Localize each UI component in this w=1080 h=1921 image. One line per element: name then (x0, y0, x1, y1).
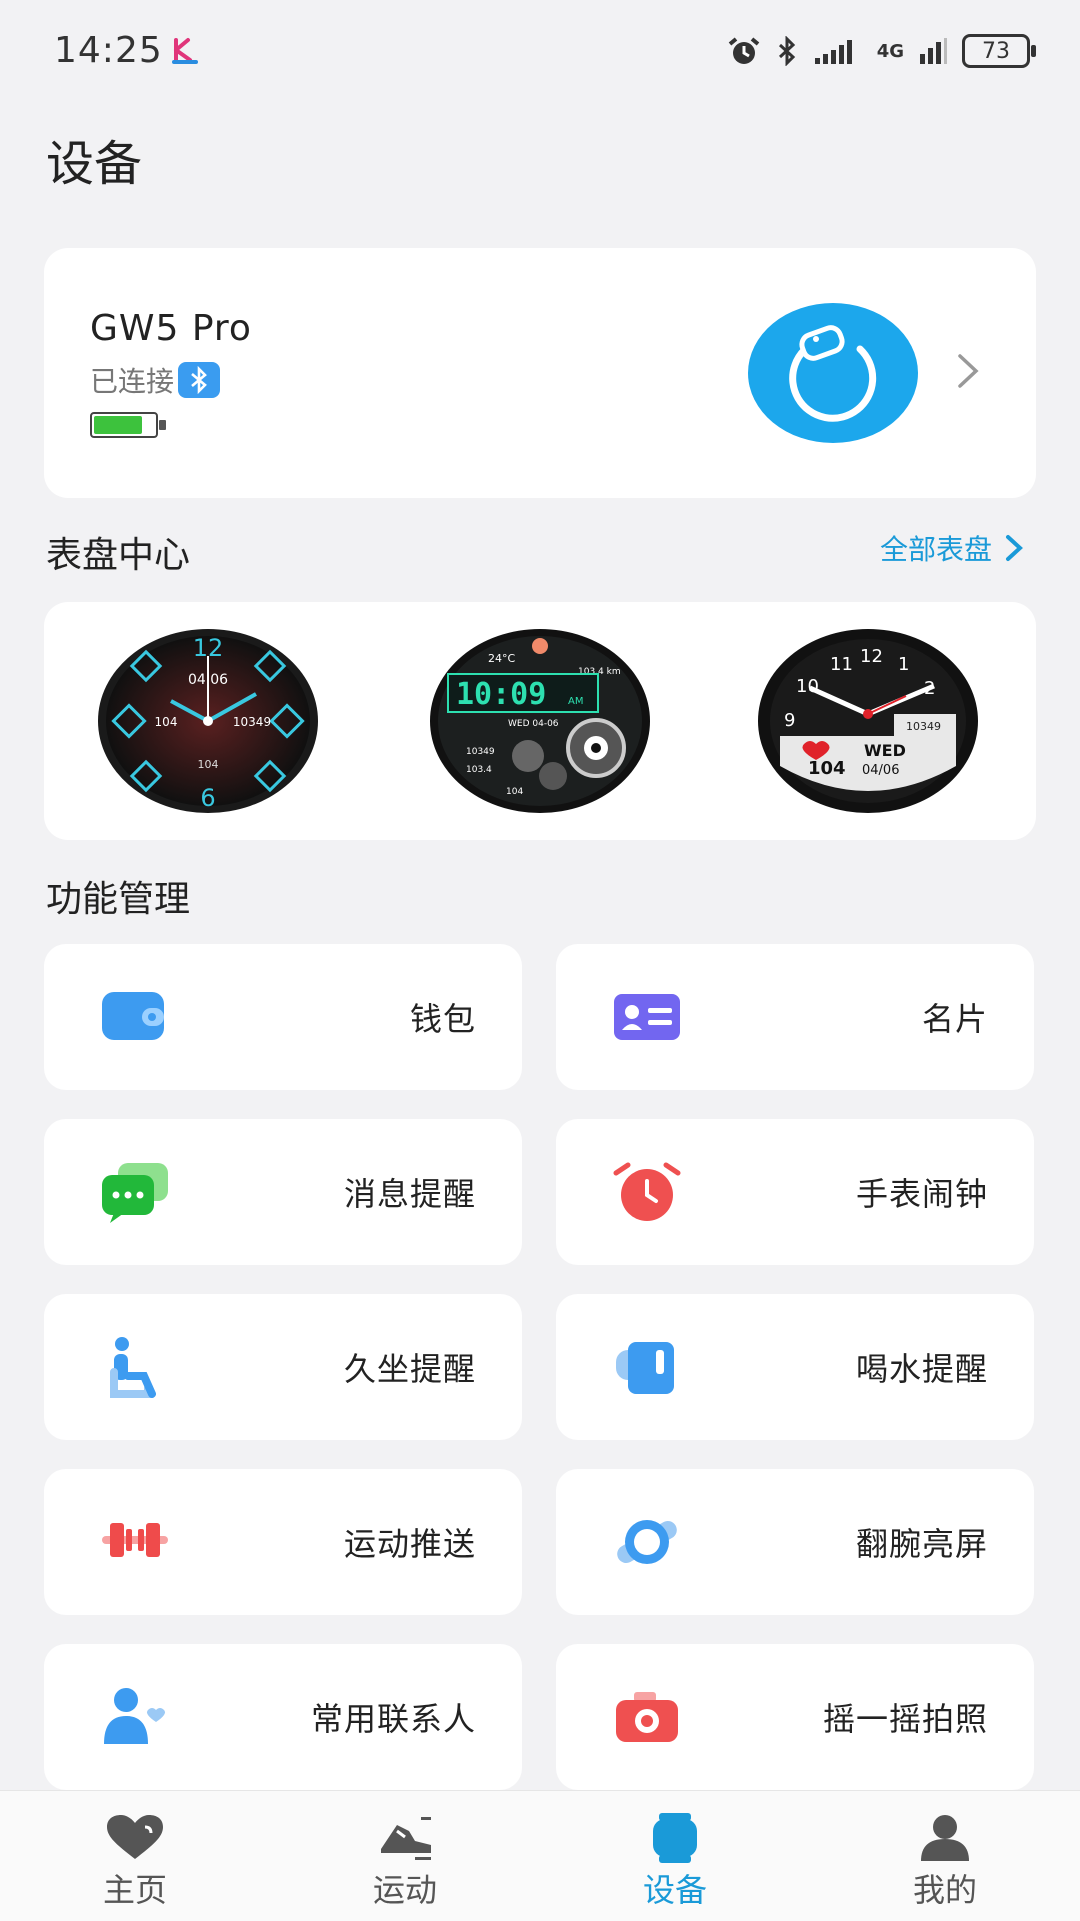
heart-icon (107, 1815, 163, 1859)
feature-label: 喝水提醒 (855, 1350, 988, 1388)
feature-shake-to-photo[interactable]: 摇一摇拍照 (556, 1644, 1034, 1790)
wallet-icon (102, 992, 164, 1040)
face2-steps: 10349 (466, 747, 495, 757)
face2-heart: 104 (506, 787, 523, 797)
face2-date: WED 04-06 (508, 719, 559, 729)
feature-drink-reminder[interactable]: 喝水提醒 (556, 1294, 1034, 1440)
nav-device[interactable]: 设备 (540, 1791, 810, 1921)
message-icon (102, 1163, 168, 1223)
status-time: 14:25 (54, 30, 163, 71)
feature-label: 钱包 (409, 1000, 476, 1038)
device-battery-icon (90, 412, 166, 438)
camera-icon (616, 1692, 678, 1742)
user-icon (921, 1815, 969, 1861)
face1-left-value: 104 (155, 715, 178, 729)
face1-bottom-value: 104 (198, 758, 219, 771)
face2-time: 10:09 (456, 677, 546, 712)
network-type: 4G (876, 40, 904, 62)
face3-steps: 10349 (906, 720, 941, 733)
watch-faces-card: 12 6 04.06 104 10349 104 24°C 103.4 km 1… (44, 602, 1036, 840)
app-logo-icon (172, 38, 198, 64)
contact-icon (104, 1688, 165, 1744)
bluetooth-status-icon (778, 36, 795, 66)
device-card[interactable]: GW5 Pro 已连接 (44, 248, 1036, 498)
nav-label: 运动 (372, 1871, 437, 1909)
feature-frequent-contacts[interactable]: 常用联系人 (44, 1644, 522, 1790)
face1-right-value: 10349 (233, 715, 271, 729)
nav-label: 设备 (642, 1871, 707, 1909)
feature-label: 消息提醒 (343, 1175, 476, 1213)
signal-4g-icon (920, 38, 947, 64)
device-battery-fill (94, 416, 142, 434)
alarm-status-icon (728, 37, 759, 64)
feature-label: 运动推送 (343, 1525, 476, 1563)
bottom-nav: 主页 运动 设备 我的 (0, 1790, 1080, 1921)
chevron-right-icon[interactable] (950, 348, 986, 394)
device-name: GW5 Pro (90, 308, 252, 349)
face3-num-11: 11 (830, 654, 853, 675)
nav-label: 主页 (102, 1871, 167, 1909)
feature-label: 常用联系人 (310, 1700, 476, 1738)
face3-num-12: 12 (860, 646, 883, 667)
face3-num-1: 1 (898, 654, 909, 675)
view-all-label: 全部表盘 (879, 533, 992, 566)
nav-sport[interactable]: 运动 (270, 1791, 540, 1921)
watch-icon (617, 1520, 677, 1564)
feature-business-card[interactable]: 名片 (556, 944, 1034, 1090)
feature-label: 手表闹钟 (855, 1175, 988, 1213)
view-all-faces-link[interactable]: 全部表盘 (880, 528, 1026, 568)
feature-raise-to-wake[interactable]: 翻腕亮屏 (556, 1469, 1034, 1615)
watch-image (748, 303, 918, 443)
alarm-clock-icon (613, 1162, 681, 1221)
status-bar: 14:25 4G 73 (0, 0, 1080, 100)
chevron-right-icon (1006, 535, 1023, 561)
face3-heart: 104 (808, 758, 846, 779)
device-connection-status: 已连接 (90, 360, 221, 400)
signal-icon (814, 40, 852, 64)
face2-temp: 24°C (488, 652, 515, 665)
nav-home[interactable]: 主页 (0, 1791, 270, 1921)
watch-face-2[interactable]: 24°C 103.4 km 10:09 AM WED 04-06 10349 1… (428, 626, 652, 816)
status-icons: 4G 73 (727, 34, 1036, 68)
face2-ampm: AM (568, 696, 583, 707)
face3-day: WED (864, 741, 906, 760)
feature-label: 名片 (921, 1000, 988, 1038)
battery-status: 73 (962, 34, 1036, 68)
face3-num-10: 10 (796, 676, 819, 697)
face3-num-9: 9 (784, 710, 795, 731)
watch-face-3[interactable]: 11 12 1 2 10 9 10349 104 WED 04/06 (756, 626, 980, 816)
face3-date: 04/06 (862, 763, 899, 778)
watch-face-center-title: 表盘中心 (46, 535, 191, 576)
feature-management-title: 功能管理 (46, 879, 191, 920)
device-icon (653, 1813, 697, 1863)
page-title: 设备 (46, 136, 143, 192)
feature-wallet[interactable]: 钱包 (44, 944, 522, 1090)
feature-watch-alarm[interactable]: 手表闹钟 (556, 1119, 1034, 1265)
watch-face-1[interactable]: 12 6 04.06 104 10349 104 (96, 626, 320, 816)
feature-sport-push[interactable]: 运动推送 (44, 1469, 522, 1615)
bluetooth-icon (178, 362, 221, 398)
battery-percent: 73 (982, 38, 1010, 64)
face1-bottom-number: 6 (200, 784, 215, 812)
connection-label: 已连接 (90, 365, 175, 398)
feature-label: 摇一摇拍照 (822, 1700, 988, 1738)
sedentary-icon (110, 1337, 156, 1398)
feature-sedentary-reminder[interactable]: 久坐提醒 (44, 1294, 522, 1440)
cup-icon (616, 1342, 674, 1394)
nav-mine[interactable]: 我的 (810, 1791, 1080, 1921)
feature-message-reminder[interactable]: 消息提醒 (44, 1119, 522, 1265)
dumbbell-icon (102, 1523, 168, 1557)
shoe-icon (381, 1817, 431, 1860)
business-card-icon (614, 994, 680, 1040)
feature-label: 翻腕亮屏 (855, 1525, 988, 1563)
face2-kcal: 103.4 (466, 765, 492, 775)
nav-label: 我的 (912, 1871, 977, 1909)
feature-label: 久坐提醒 (343, 1350, 476, 1388)
